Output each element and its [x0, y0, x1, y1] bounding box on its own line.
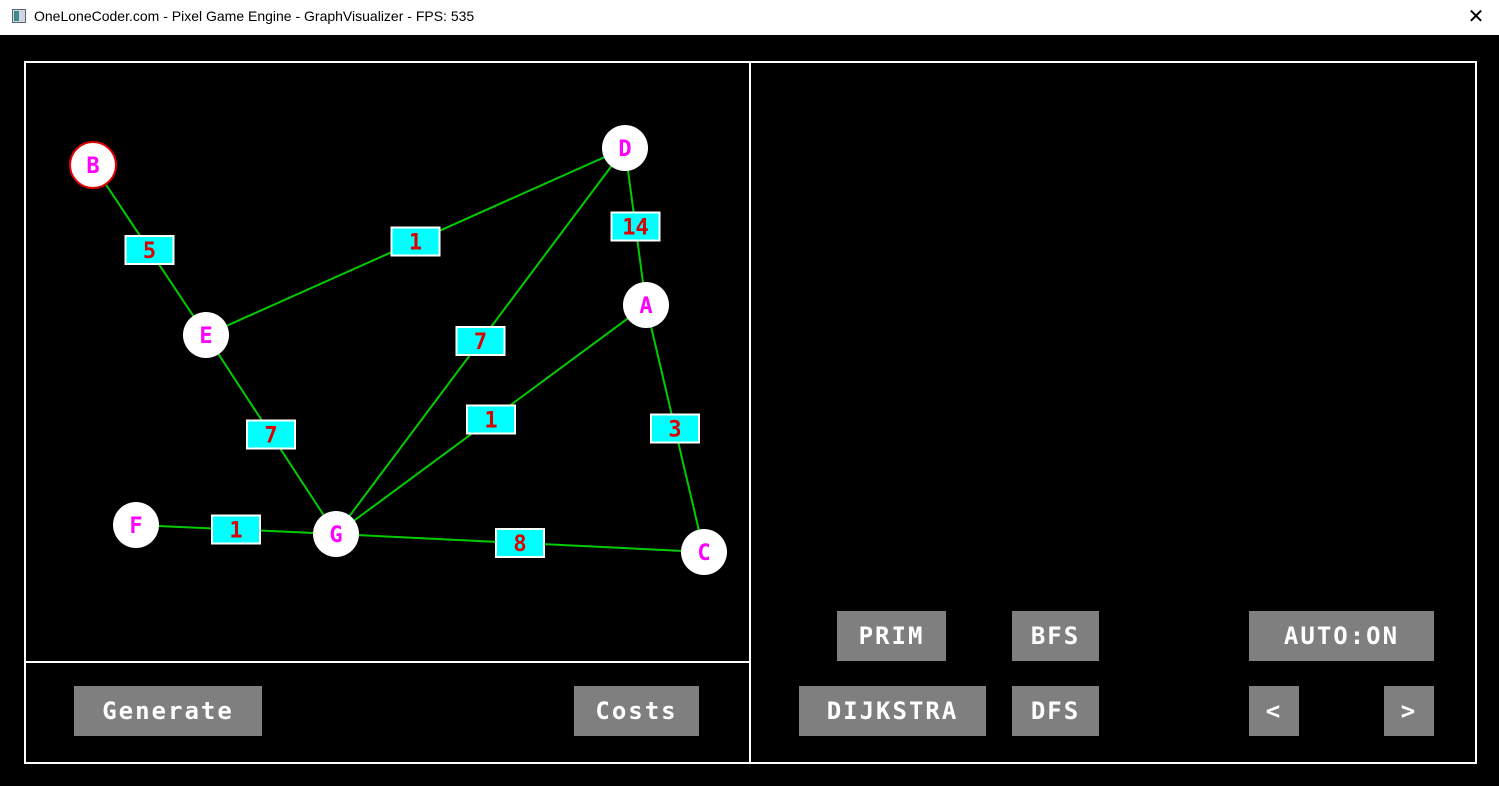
auto-toggle-button[interactable]: AUTO:ON [1249, 611, 1434, 661]
costs-button[interactable]: Costs [574, 686, 699, 736]
node-label: D [618, 137, 631, 162]
edge-cost-label: 1 [484, 409, 497, 434]
node-G[interactable]: G [313, 511, 359, 557]
edge-cost-E-D: 1 [390, 226, 441, 257]
node-label: C [697, 541, 710, 566]
edge-cost-F-G: 1 [211, 514, 261, 545]
edge-cost-A-C: 3 [650, 413, 700, 444]
edge-cost-G-C: 8 [495, 528, 545, 558]
dijkstra-button[interactable]: DIJKSTRA [799, 686, 986, 736]
node-A[interactable]: A [623, 282, 669, 328]
edge-cost-A-G: 1 [466, 404, 516, 435]
graph-panel[interactable]: 5 1 14 7 7 1 3 1 8 B D E A F G C [24, 61, 751, 663]
window-title: OneLoneCoder.com - Pixel Game Engine - G… [34, 8, 475, 24]
edge-cost-label: 7 [264, 424, 277, 449]
edge-cost-label: 8 [513, 532, 526, 557]
node-label: F [129, 514, 142, 539]
node-label: B [86, 154, 99, 179]
edge-cost-D-G: 7 [455, 326, 506, 356]
title-bar: OneLoneCoder.com - Pixel Game Engine - G… [0, 0, 1499, 35]
edge-cost-label: 3 [668, 418, 681, 443]
node-E[interactable]: E [183, 312, 229, 358]
edge-cost-label: 14 [622, 216, 649, 241]
app-window-icon [12, 9, 26, 23]
close-icon[interactable]: ✕ [1453, 0, 1499, 35]
edge-cost-B-E: 5 [124, 235, 175, 265]
edge-cost-label: 1 [229, 519, 242, 544]
edge-cost-D-A: 14 [610, 211, 661, 242]
dfs-button[interactable]: DFS [1012, 686, 1099, 736]
node-B[interactable]: B [69, 141, 117, 189]
prim-button[interactable]: PRIM [837, 611, 946, 661]
node-C[interactable]: C [681, 529, 727, 575]
bfs-button[interactable]: BFS [1012, 611, 1099, 661]
node-label: G [329, 523, 342, 548]
node-label: E [199, 324, 212, 349]
edge-cost-label: 5 [143, 239, 156, 264]
node-F[interactable]: F [113, 502, 159, 548]
edge-cost-E-G: 7 [246, 419, 296, 450]
node-label: A [639, 294, 652, 319]
next-step-button[interactable]: > [1384, 686, 1434, 736]
edge-cost-label: 7 [474, 330, 487, 355]
previous-step-button[interactable]: < [1249, 686, 1299, 736]
generate-button[interactable]: Generate [74, 686, 262, 736]
node-D[interactable]: D [602, 125, 648, 171]
graph-view: 5 1 14 7 7 1 3 1 8 B D E A F G C [69, 125, 727, 575]
edge-cost-label: 1 [409, 231, 422, 256]
app-canvas: 5 1 14 7 7 1 3 1 8 B D E A F G C Generate Costs PRIM BF… [0, 35, 1499, 786]
